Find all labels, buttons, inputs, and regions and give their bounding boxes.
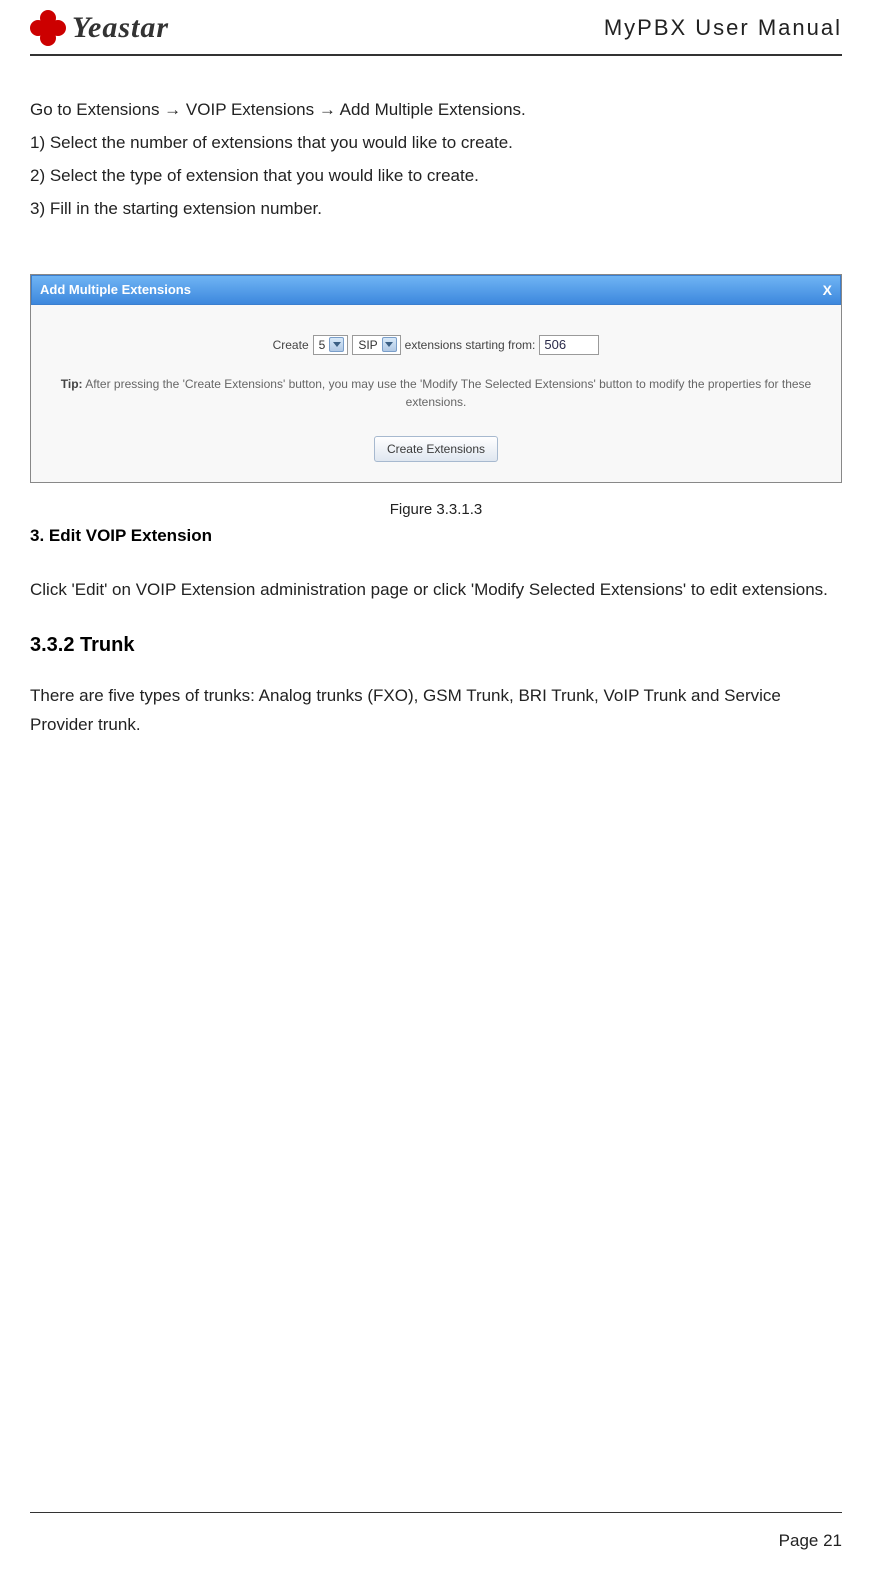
dialog-titlebar[interactable]: Add Multiple Extensions X (31, 275, 841, 305)
dialog-body: Create 5 SIP extensions starting from: T… (31, 305, 841, 482)
page-footer: Page 21 (30, 1512, 842, 1551)
step-3-text: 3) Fill in the starting extension number… (30, 195, 842, 224)
extension-type-value: SIP (358, 338, 377, 352)
extension-count-select[interactable]: 5 (313, 335, 349, 355)
create-extensions-button[interactable]: Create Extensions (374, 436, 498, 462)
page-number: Page 21 (779, 1531, 842, 1550)
edit-voip-paragraph: Click 'Edit' on VOIP Extension administr… (30, 576, 842, 605)
tip-body: After pressing the 'Create Extensions' b… (83, 377, 812, 409)
starting-extension-input[interactable] (539, 335, 599, 355)
tip-label: Tip: (61, 377, 83, 391)
trunk-paragraph: There are five types of trunks: Analog t… (30, 682, 842, 740)
close-icon[interactable]: X (823, 282, 832, 298)
doc-title: MyPBX User Manual (604, 15, 842, 41)
page-header: Yeastar MyPBX User Manual (30, 10, 842, 56)
brand-text: Yeastar (72, 11, 169, 45)
brand-logo: Yeastar (30, 10, 169, 46)
extension-type-select[interactable]: SIP (352, 335, 400, 355)
figure-caption: Figure 3.3.1.3 (30, 501, 842, 518)
extension-count-value: 5 (319, 338, 326, 352)
starting-from-label: extensions starting from: (405, 338, 536, 352)
clover-icon (30, 10, 66, 46)
dialog-title-text: Add Multiple Extensions (40, 282, 191, 297)
step-2-text: 2) Select the type of extension that you… (30, 162, 842, 191)
step-1-text: 1) Select the number of extensions that … (30, 129, 842, 158)
chevron-down-icon (329, 337, 344, 352)
trunk-heading: 3.3.2 Trunk (30, 634, 842, 657)
chevron-down-icon (382, 337, 397, 352)
create-label: Create (273, 338, 309, 352)
create-form-line: Create 5 SIP extensions starting from: (46, 335, 826, 355)
tip-text: Tip: After pressing the 'Create Extensio… (46, 375, 826, 411)
add-extensions-dialog: Add Multiple Extensions X Create 5 SIP e… (30, 274, 842, 483)
edit-voip-heading: 3. Edit VOIP Extension (30, 526, 842, 546)
nav-breadcrumb-text: Go to Extensions → VOIP Extensions → Add… (30, 96, 842, 125)
